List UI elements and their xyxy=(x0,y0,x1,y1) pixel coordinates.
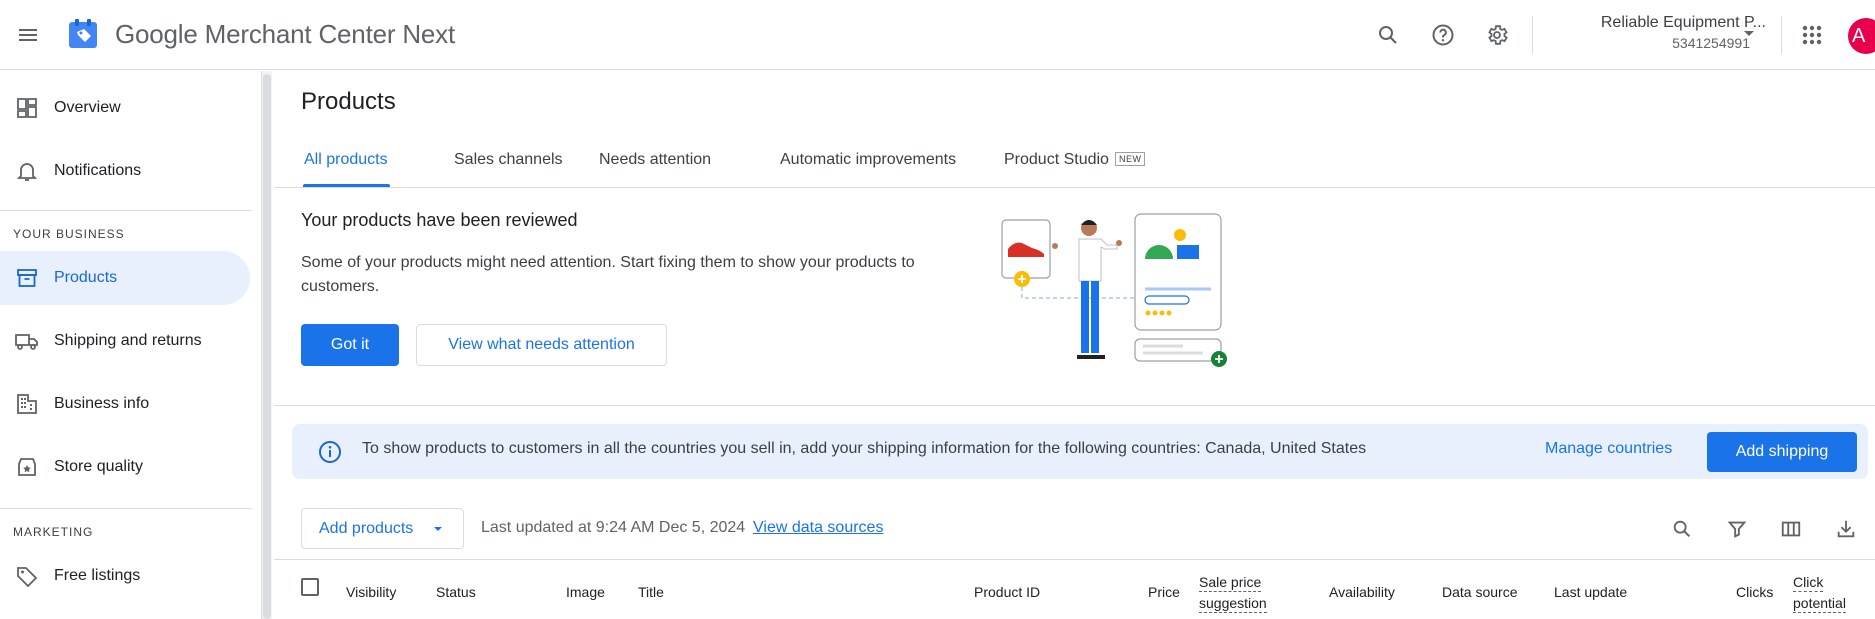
got-it-button[interactable]: Got it xyxy=(301,324,399,366)
section-header-marketing: MARKETING xyxy=(13,525,94,539)
merchant-logo-icon[interactable] xyxy=(67,18,99,50)
divider xyxy=(0,210,252,211)
sidebar-item-label: Business info xyxy=(54,395,150,412)
new-badge: NEW xyxy=(1114,152,1146,166)
column-header-status[interactable]: Status xyxy=(436,584,476,600)
tag-icon xyxy=(14,563,40,589)
sidebar-item-label: Free listings xyxy=(54,567,141,584)
info-icon xyxy=(318,440,342,469)
sidebar-scrollbar-thumb[interactable] xyxy=(263,74,271,619)
header-line: Click xyxy=(1793,574,1824,592)
column-header-price[interactable]: Price xyxy=(1148,584,1180,600)
divider xyxy=(0,508,252,509)
divider xyxy=(274,405,1875,406)
brand-product: Merchant Center Next xyxy=(197,19,456,49)
account-switcher[interactable]: Reliable Equipment P... 5341254991 xyxy=(1556,14,1766,51)
view-data-sources-link[interactable]: View data sources xyxy=(753,519,883,537)
sidebar-item-business-info[interactable]: Business info xyxy=(0,377,250,431)
column-header-sale-price-suggestion[interactable]: Sale price suggestion xyxy=(1199,572,1267,614)
review-card-title: Your products have been reviewed xyxy=(301,210,578,230)
avatar[interactable]: A xyxy=(1848,18,1875,54)
sidebar-item-label: Notifications xyxy=(54,162,142,179)
sidebar-item-label: Products xyxy=(54,269,118,286)
column-header-image: Image xyxy=(566,584,605,600)
header-line: potential xyxy=(1793,595,1846,613)
last-updated-text: Last updated at 9:24 AM Dec 5, 2024 xyxy=(481,519,746,536)
divider xyxy=(274,559,1875,560)
reviewed-illustration xyxy=(999,211,1229,371)
column-header-product-id[interactable]: Product ID xyxy=(974,584,1040,600)
sidebar-item-notifications[interactable]: Notifications xyxy=(0,144,250,198)
columns-icon[interactable] xyxy=(1776,514,1806,544)
divider xyxy=(1781,16,1782,54)
add-shipping-button[interactable]: Add shipping xyxy=(1707,432,1857,472)
view-what-needs-attention-button[interactable]: View what needs attention xyxy=(416,324,667,366)
sidebar-item-label: Shipping and returns xyxy=(54,332,202,349)
caret-down-icon[interactable] xyxy=(1741,26,1757,47)
header-line: suggestion xyxy=(1199,595,1267,613)
download-icon[interactable] xyxy=(1831,514,1861,544)
building-icon xyxy=(14,391,40,417)
bell-icon xyxy=(14,158,40,184)
banner-message: To show products to customers in all the… xyxy=(362,440,1367,457)
add-products-button[interactable]: Add products xyxy=(301,508,464,549)
sidebar: Overview Notifications YOUR BUSINESS Pro… xyxy=(0,71,262,619)
header-line: Sale price xyxy=(1199,574,1262,592)
apps-grid-icon[interactable] xyxy=(1794,17,1830,53)
sidebar-item-free-listings[interactable]: Free listings xyxy=(0,549,250,603)
products-box-icon xyxy=(14,265,40,291)
review-card-description: Some of your products might need attenti… xyxy=(301,254,915,295)
top-app-bar: Google Merchant Center Next Reliable Equ… xyxy=(0,0,1875,70)
divider xyxy=(1532,16,1533,54)
section-header-business: YOUR BUSINESS xyxy=(13,227,125,241)
sidebar-item-label: Overview xyxy=(54,99,121,116)
sidebar-item-store-quality[interactable]: Store quality xyxy=(0,440,250,494)
help-icon[interactable] xyxy=(1425,17,1461,53)
menu-icon[interactable] xyxy=(10,17,46,53)
filter-icon[interactable] xyxy=(1722,514,1752,544)
caret-down-icon xyxy=(431,522,445,536)
brand-google: Google xyxy=(115,19,198,49)
app-title: Google Merchant Center Next xyxy=(115,19,455,50)
sidebar-item-label: Store quality xyxy=(54,458,143,475)
select-all-checkbox[interactable] xyxy=(301,578,319,596)
main-content: Products All products Sales channels Nee… xyxy=(274,71,1875,619)
account-name: Reliable Equipment P... xyxy=(1600,14,1766,31)
column-header-visibility[interactable]: Visibility xyxy=(346,584,396,600)
divider xyxy=(274,187,1875,188)
settings-icon[interactable] xyxy=(1479,17,1515,53)
column-header-last-update[interactable]: Last update xyxy=(1554,584,1627,600)
account-id: 5341254991 xyxy=(1672,35,1750,51)
search-icon[interactable] xyxy=(1370,17,1406,53)
column-header-click-potential[interactable]: Click potential xyxy=(1793,572,1846,614)
column-header-data-source[interactable]: Data source xyxy=(1442,584,1517,600)
column-header-availability[interactable]: Availability xyxy=(1329,584,1395,600)
truck-icon xyxy=(14,328,40,354)
column-header-clicks[interactable]: Clicks xyxy=(1736,584,1773,600)
sidebar-item-products[interactable]: Products xyxy=(0,251,250,305)
store-quality-icon xyxy=(14,454,40,480)
manage-countries-button[interactable]: Manage countries xyxy=(1545,440,1672,458)
search-icon[interactable] xyxy=(1667,514,1697,544)
tab-label: Product Studio xyxy=(1004,151,1109,168)
add-products-label: Add products xyxy=(319,519,414,537)
overview-icon xyxy=(14,95,40,121)
column-header-title[interactable]: Title xyxy=(638,584,664,600)
shipping-info-banner: To show products to customers in all the… xyxy=(292,424,1868,479)
page-title: Products xyxy=(301,88,396,115)
sidebar-item-overview[interactable]: Overview xyxy=(0,81,250,135)
sidebar-item-shipping[interactable]: Shipping and returns xyxy=(0,314,250,368)
